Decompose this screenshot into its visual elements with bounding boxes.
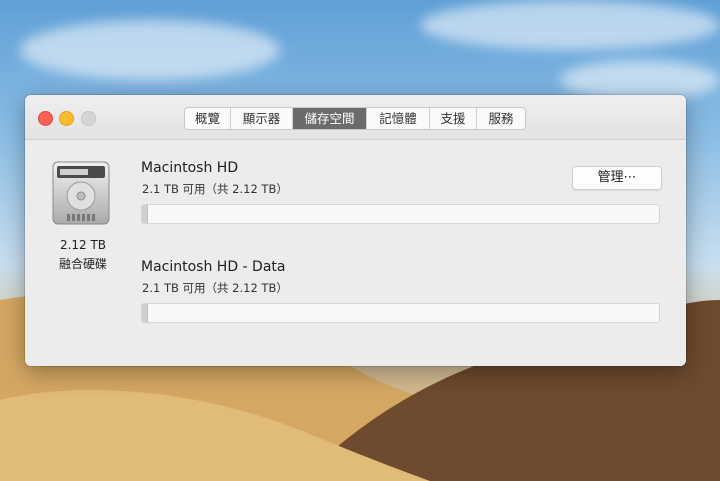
tab-service[interactable]: 服務 bbox=[477, 108, 525, 129]
volume-usage-bar bbox=[141, 204, 660, 224]
zoom-window-button[interactable] bbox=[81, 111, 96, 126]
volume-name: Macintosh HD - Data bbox=[141, 259, 286, 275]
tab-support[interactable]: 支援 bbox=[430, 108, 477, 129]
disk-size-label: 2.12 TB bbox=[59, 238, 107, 252]
storage-panel: 2.12 TB 融合硬碟 Macintosh HD 2.1 TB 可用（共 2.… bbox=[25, 140, 686, 366]
disk-type-label: 融合硬碟 bbox=[58, 257, 107, 271]
volume-usage-fill bbox=[142, 205, 149, 223]
close-window-button[interactable] bbox=[38, 111, 53, 126]
volume-available: 2.1 TB 可用（共 2.12 TB） bbox=[142, 182, 288, 196]
hard-drive-icon bbox=[52, 161, 110, 225]
volume-available: 2.1 TB 可用（共 2.12 TB） bbox=[142, 281, 288, 295]
tab-bar: 概覽 顯示器 儲存空間 記憶體 支援 服務 bbox=[184, 107, 526, 130]
about-this-mac-window: 概覽 顯示器 儲存空間 記憶體 支援 服務 2.12 TB 融合硬碟 Macin… bbox=[25, 95, 686, 366]
minimize-window-button[interactable] bbox=[59, 111, 74, 126]
volume-usage-bar bbox=[141, 303, 660, 323]
volume-name: Macintosh HD bbox=[141, 160, 239, 176]
volume-usage-fill bbox=[142, 304, 149, 322]
tab-overview[interactable]: 概覽 bbox=[185, 108, 231, 129]
title-bar: 概覽 顯示器 儲存空間 記憶體 支援 服務 bbox=[25, 95, 686, 140]
tab-memory[interactable]: 記憶體 bbox=[367, 108, 430, 129]
tab-displays[interactable]: 顯示器 bbox=[231, 108, 293, 129]
tab-storage[interactable]: 儲存空間 bbox=[293, 108, 367, 129]
manage-button[interactable]: 管理⋯ bbox=[572, 166, 662, 190]
